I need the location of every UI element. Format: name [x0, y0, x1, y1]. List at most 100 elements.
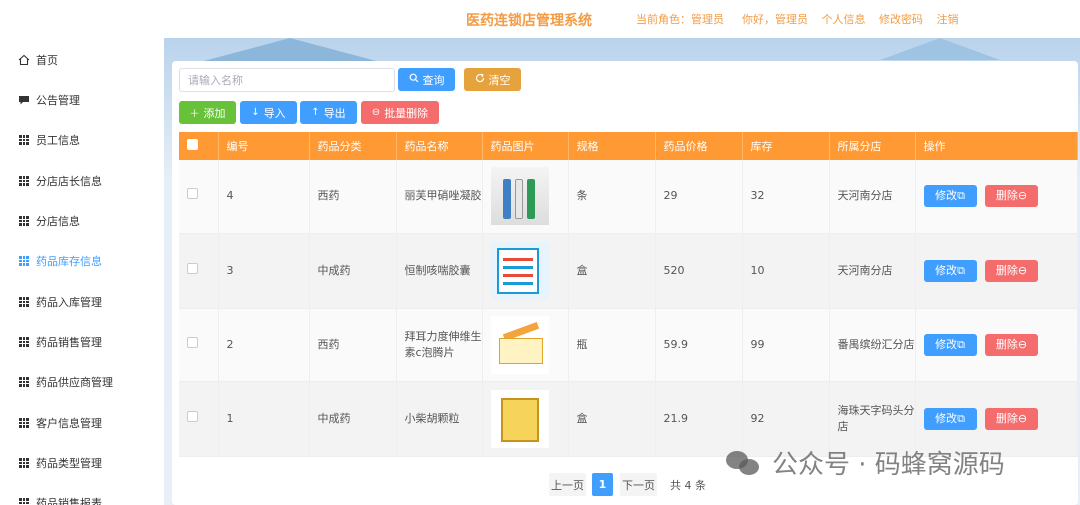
edit-icon: ⧉ [957, 411, 965, 425]
cell-name: 小柴胡颗粒 [396, 381, 483, 457]
row-checkbox[interactable] [187, 262, 198, 274]
select-all-cell [179, 132, 219, 160]
delete-label: 删除 [995, 411, 1018, 425]
watermark-text: 公众号 · 码蜂窝源码 [772, 450, 1005, 480]
cell-name: 恒制咳喘胶囊 [396, 233, 483, 309]
total-count: 共 4 条 [670, 478, 706, 492]
drug-image [490, 389, 549, 448]
cell-branch: 天河南分店 [829, 233, 916, 309]
minus-circle-icon: ⊖ [1017, 411, 1028, 425]
delete-button[interactable]: 删除 ⊖ [985, 185, 1038, 208]
column-header: 操作 [915, 132, 1078, 160]
cell-spec: 盒 [568, 381, 656, 457]
delete-button[interactable]: 删除 ⊖ [985, 333, 1038, 356]
sidebar-item-branch-managers[interactable]: 分店店长信息 [0, 166, 164, 196]
clear-label: 清空 [488, 73, 511, 87]
column-header: 药品分类 [309, 132, 397, 160]
drug-image [490, 241, 549, 300]
batch-delete-label: 批量删除 [384, 106, 429, 120]
page-number-button[interactable]: 1 [592, 473, 613, 496]
column-header: 规格 [568, 132, 656, 160]
sidebar-item-label: 药品类型管理 [36, 457, 102, 470]
sidebar-item-label: 分店店长信息 [36, 175, 102, 188]
minus-circle-icon: ⊖ [1017, 189, 1028, 203]
refresh-icon [475, 73, 485, 86]
sidebar-item-customers[interactable]: 客户信息管理 [0, 408, 164, 438]
sidebar-item-announcements[interactable]: 公告管理 [0, 85, 164, 115]
drug-image [490, 167, 549, 226]
sidebar-item-employees[interactable]: 员工信息 [0, 125, 164, 155]
top-header: 医药连锁店管理系统 当前角色：管理员 你好，管理员 个人信息 修改密码 注销 [0, 0, 1080, 38]
cell-stock: 99 [742, 308, 830, 382]
grid-icon [18, 175, 30, 187]
edit-label: 修改 [935, 411, 958, 425]
edit-button[interactable]: 修改 ⧉ [923, 185, 977, 208]
edit-button[interactable]: 修改 ⧉ [923, 407, 977, 430]
clear-button[interactable]: 清空 [464, 68, 521, 91]
edit-icon: ⧉ [957, 337, 965, 351]
query-button[interactable]: 查询 [398, 68, 455, 91]
edit-button[interactable]: 修改 ⧉ [923, 259, 977, 282]
column-header: 库存 [742, 132, 830, 160]
edit-button[interactable]: 修改 ⧉ [923, 333, 977, 356]
table-header-row: 编号 药品分类 药品名称 药品图片 规格 药品价格 库存 所属分店 操作 [179, 132, 1078, 160]
cell-image [482, 308, 569, 382]
sidebar-item-drug-inbound[interactable]: 药品入库管理 [0, 287, 164, 317]
cell-stock: 10 [742, 233, 830, 309]
select-all-checkbox[interactable] [187, 139, 198, 150]
sidebar-item-label: 药品销售管理 [36, 336, 102, 349]
row-checkbox[interactable] [187, 410, 198, 422]
sidebar-item-suppliers[interactable]: 药品供应商管理 [0, 367, 164, 397]
add-button[interactable]: ＋ 添加 [179, 101, 236, 124]
import-label: 导入 [263, 106, 286, 120]
cell-spec: 条 [568, 160, 656, 234]
export-button[interactable]: ↑ 导出 [300, 101, 357, 124]
sidebar-item-home[interactable]: 首页 [0, 45, 164, 75]
plus-icon: ＋ [189, 109, 200, 120]
export-label: 导出 [323, 106, 346, 120]
next-page-button[interactable]: 下一页 [620, 473, 657, 496]
sidebar-item-drug-types[interactable]: 药品类型管理 [0, 448, 164, 478]
column-header: 药品图片 [482, 132, 569, 160]
sidebar-item-label: 公告管理 [36, 94, 80, 107]
delete-label: 删除 [995, 337, 1018, 351]
grid-icon [18, 497, 30, 505]
batch-delete-button[interactable]: ⊖ 批量删除 [361, 101, 439, 124]
import-button[interactable]: ↓ 导入 [240, 101, 297, 124]
cell-id: 2 [218, 308, 310, 382]
cell-spec: 盒 [568, 233, 656, 309]
query-label: 查询 [422, 73, 445, 87]
greeting-text: 你好，管理员 [742, 13, 808, 26]
grid-icon [18, 376, 30, 388]
sidebar-item-label: 药品供应商管理 [36, 376, 113, 389]
cell-stock: 32 [742, 160, 830, 234]
prev-page-button[interactable]: 上一页 [549, 473, 586, 496]
cell-actions: 修改 ⧉ 删除 ⊖ [915, 160, 1078, 234]
edit-label: 修改 [935, 337, 958, 351]
cell-category: 中成药 [309, 233, 397, 309]
add-label: 添加 [203, 106, 226, 120]
sidebar-item-drug-sales[interactable]: 药品销售管理 [0, 327, 164, 357]
column-header: 所属分店 [829, 132, 916, 160]
cell-id: 3 [218, 233, 310, 309]
row-checkbox[interactable] [187, 188, 198, 200]
background-roof [880, 38, 1000, 60]
sidebar-item-drug-stock[interactable]: 药品库存信息 [0, 246, 164, 276]
watermark: 公众号 · 码蜂窝源码 [726, 444, 1005, 481]
chat-icon [18, 94, 30, 106]
cell-price: 29 [655, 160, 743, 234]
delete-button[interactable]: 删除 ⊖ [985, 407, 1038, 430]
sidebar-item-sales-report[interactable]: 药品销售报表 [0, 488, 164, 505]
search-input[interactable] [179, 68, 395, 92]
header-links: 你好，管理员 个人信息 修改密码 注销 [742, 11, 969, 27]
delete-button[interactable]: 删除 ⊖ [985, 259, 1038, 282]
row-checkbox[interactable] [187, 336, 198, 348]
logout-link[interactable]: 注销 [937, 13, 959, 26]
grid-icon [18, 296, 30, 308]
column-header: 药品价格 [655, 132, 743, 160]
cell-id: 1 [218, 381, 310, 457]
profile-link[interactable]: 个人信息 [822, 13, 866, 26]
wechat-icon [726, 449, 762, 477]
change-password-link[interactable]: 修改密码 [879, 13, 923, 26]
sidebar-item-branches[interactable]: 分店信息 [0, 206, 164, 236]
